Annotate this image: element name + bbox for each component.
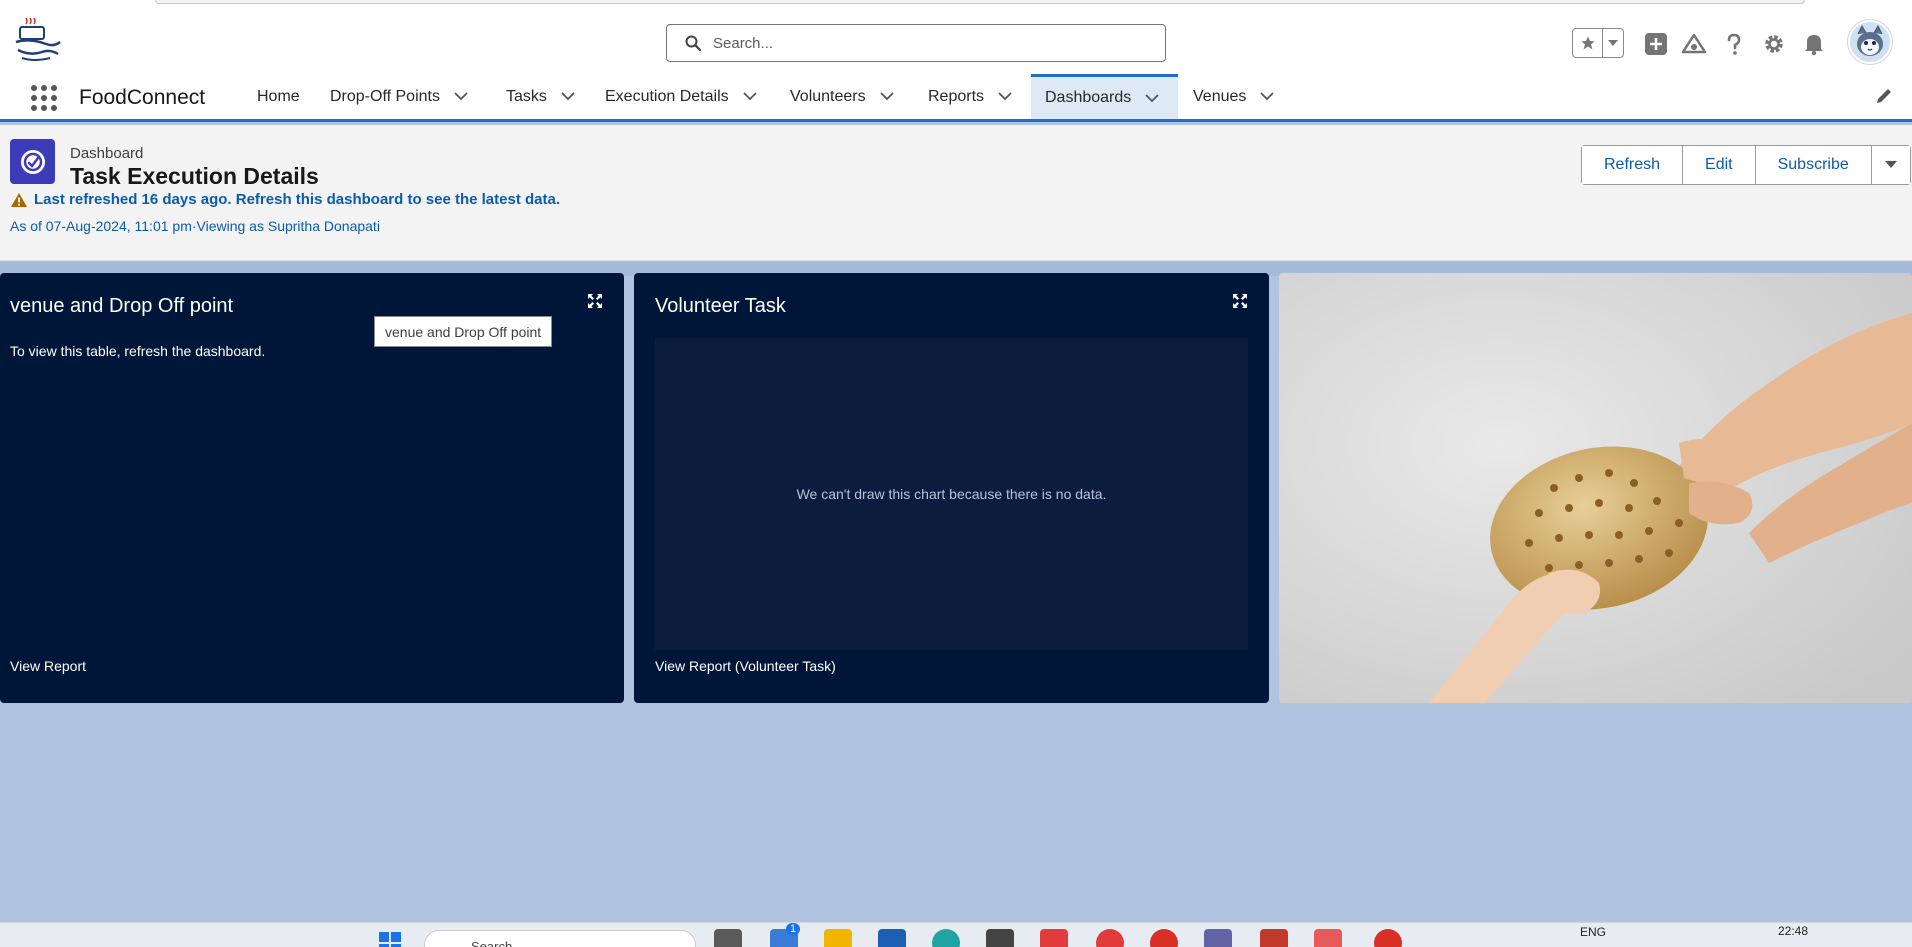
nav-item-label: Drop-Off Points [330,87,440,105]
nav-item-home[interactable]: Home [257,74,300,119]
expand-icon[interactable] [587,293,605,311]
chevron-down-icon[interactable] [998,92,1012,101]
app-launcher-icon[interactable] [30,84,58,112]
favorites-group [1572,28,1624,58]
setup-gear-icon[interactable] [1760,30,1788,58]
chevron-down-icon [1884,161,1897,168]
opera-icon[interactable] [1150,929,1178,947]
widget-volunteer-task: Volunteer Task We can't draw this chart … [634,273,1269,703]
nav-item-label: Tasks [506,87,547,105]
app-icon[interactable] [1260,929,1288,947]
refresh-warning: Last refreshed 16 days ago. Refresh this… [10,191,560,208]
browser-tab-edge [155,0,1805,4]
widget-title-tooltip: venue and Drop Off point [374,316,553,347]
edit-button[interactable]: Edit [1683,146,1756,184]
nav-item-label: Venues [1193,87,1247,105]
help-icon[interactable] [1720,30,1748,58]
store-icon[interactable] [878,929,906,947]
teams-icon[interactable] [1204,929,1232,947]
widget-message: To view this table, refresh the dashboar… [10,343,266,359]
nav-item-drop-off-points[interactable]: Drop-Off Points [330,74,468,119]
dashboard-header: Dashboard Task Execution Details Last re… [0,125,1912,261]
page-title: Task Execution Details [70,163,319,189]
widget-image [1279,273,1912,703]
as-of-text: As of 07-Aug-2024, 11:01 pm·Viewing as S… [10,218,380,234]
dashboard-actions: Refresh Edit Subscribe [1581,145,1911,185]
refresh-warning-text: Last refreshed 16 days ago. Refresh this… [34,191,561,208]
expand-icon[interactable] [1232,293,1250,311]
nav-item-dashboards[interactable]: Dashboards [1031,74,1178,119]
chevron-down-icon[interactable] [561,92,575,101]
language-indicator[interactable]: ENG [1580,925,1606,939]
nav-item-reports[interactable]: Reports [928,74,1012,119]
search-icon [685,35,702,56]
chevron-down-icon[interactable] [742,92,757,101]
no-data-message: We can't draw this chart because there i… [796,486,1107,502]
task-view-icon[interactable] [714,929,742,947]
chevron-down-icon[interactable] [1145,93,1159,103]
global-search[interactable] [666,24,1166,62]
search-input[interactable] [713,32,1153,54]
file-explorer-icon[interactable] [824,929,852,947]
subscribe-button[interactable]: Subscribe [1755,146,1872,184]
global-header [0,10,1912,74]
app-icon[interactable] [1040,929,1068,947]
nav-item-label: Volunteers [790,87,866,105]
nav-item-execution-details[interactable]: Execution Details [605,74,757,119]
user-avatar[interactable] [1848,20,1892,64]
chrome-icon[interactable] [1374,929,1402,947]
taskbar-search[interactable]: Search [424,930,696,947]
notification-badge: 1 [786,923,801,935]
taskbar-search-label: Search [471,939,513,947]
edit-nav-pencil-icon[interactable] [1874,86,1896,108]
view-report-link[interactable]: View Report (Volunteer Task) [655,658,836,674]
start-menu-icon[interactable] [376,929,404,947]
app-icon[interactable] [1314,929,1342,947]
chevron-down-icon[interactable] [1260,92,1275,101]
view-report-link[interactable]: View Report [10,658,86,674]
windows-taskbar: Search 1 ENG 22:48 [0,922,1912,947]
app-name: FoodConnect [79,86,206,109]
browser-top-strip [0,0,1912,10]
warning-icon [10,192,28,208]
nav-item-label: Reports [928,87,985,105]
favorites-dropdown-icon[interactable] [1603,29,1623,57]
chevron-down-icon[interactable] [879,92,894,101]
app-icon[interactable] [986,929,1014,947]
bread-sharing-image [1279,273,1912,703]
nav-item-volunteers[interactable]: Volunteers [790,74,894,119]
refresh-button[interactable]: Refresh [1582,146,1684,184]
trailhead-icon[interactable] [1680,30,1708,58]
chrome-icon[interactable] [1096,929,1124,947]
nav-item-label: Home [257,87,300,105]
widget-title: venue and Drop Off point [10,295,234,317]
edge-icon[interactable] [932,929,960,947]
nav-item-label: Execution Details [605,87,729,105]
chart-empty-state: We can't draw this chart because there i… [655,338,1248,650]
org-logo[interactable] [12,17,64,68]
more-actions-button[interactable] [1871,146,1910,184]
clock[interactable]: 22:48 [1778,924,1808,938]
notifications-bell-icon[interactable] [1800,30,1828,58]
nav-item-label: Dashboards [1045,89,1132,106]
app-navigation-bar: FoodConnect Home Drop-Off Points Tasks E… [0,74,1912,122]
widget-title: Volunteer Task [655,295,786,317]
global-actions-icon[interactable] [1642,30,1670,58]
nav-item-tasks[interactable]: Tasks [506,74,575,119]
favorites-star-icon[interactable] [1573,29,1603,57]
nav-item-venues[interactable]: Venues [1193,74,1275,119]
dashboard-eyebrow: Dashboard [70,145,144,162]
dashboard-icon [10,139,55,184]
chevron-down-icon[interactable] [454,92,468,101]
